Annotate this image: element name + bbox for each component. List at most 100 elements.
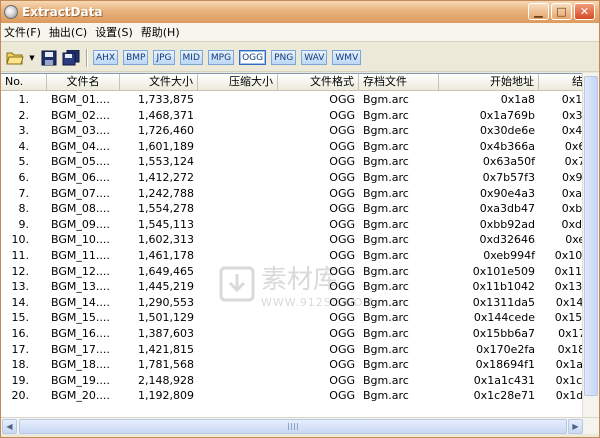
open-dropdown-button[interactable]: ▼ [27, 48, 37, 68]
vertical-scroll-thumb[interactable] [584, 76, 598, 396]
table-row[interactable]: 5.BGM_05....1,553,124OGGBgm.arc0x63a50f0… [1, 154, 600, 170]
cell-start-address: 0x11b1042 [472, 280, 535, 294]
close-icon: ✕ [579, 5, 590, 18]
horizontal-scrollbar[interactable]: ◀ ▶ [1, 417, 599, 434]
cell-archive: Bgm.arc [363, 311, 409, 325]
save-all-button[interactable] [61, 48, 81, 68]
maximize-button[interactable]: □ [551, 3, 572, 20]
format-mpg-button[interactable]: MPG [207, 50, 235, 65]
format-wmv-button[interactable]: WMV [332, 50, 362, 65]
vertical-scrollbar[interactable] [582, 73, 599, 417]
column-header-filesize[interactable]: 文件大小 [120, 74, 198, 91]
column-header-archive[interactable]: 存档文件 [359, 74, 439, 91]
cell-start-address: 0xd32646 [479, 233, 535, 247]
format-mid-button[interactable]: MID [179, 50, 203, 65]
table-row[interactable]: 9. BGM_09.... 1,545,113 OGG Bgm.arc 0xbb92ad 0… [1, 217, 600, 233]
table-row[interactable]: 10. BGM_10.... 1,602,313 OGG Bgm.arc 0xd32646… [1, 232, 600, 248]
column-header-filename[interactable]: 文件名 [47, 74, 120, 91]
column-header-format[interactable]: 文件格式 [278, 74, 359, 91]
cell-filename: BGM_05.... [51, 155, 110, 169]
close-button[interactable]: ✕ [574, 3, 595, 20]
cell-format: OGG [329, 217, 355, 231]
window-controls: ▁ □ ✕ [528, 3, 595, 20]
cell-format: OGG [329, 139, 355, 153]
arrow-right-icon: ▶ [572, 422, 579, 431]
arrow-left-icon: ◀ [6, 422, 13, 431]
cell-filename: BGM_15.... [51, 311, 110, 325]
format-ogg-button[interactable]: OGG [239, 50, 267, 65]
format-wav-button[interactable]: WAV [301, 50, 328, 65]
table-row[interactable]: 17. BGM_17.... 1,421,815 OGG Bgm.arc 0x170e2f… [1, 342, 600, 358]
format-jpg-button[interactable]: JPG [153, 50, 175, 65]
table-row[interactable]: 8. BGM_08.... 1,554,278 OGG Bgm.arc 0xa3db47 0… [1, 201, 600, 217]
cell-no: 18. [11, 358, 30, 372]
main-window: ExtractData ▁ □ ✕ 文件(F) 抽出(C) 设置(S) 帮助(H… [0, 0, 600, 438]
cell-archive: Bgm.arc [363, 93, 409, 106]
cell-start-address: 0x1311da5 [472, 295, 535, 309]
cell-archive: Bgm.arc [363, 217, 409, 231]
cell-start-address: 0xeb994f [483, 248, 535, 262]
menu-extract[interactable]: 抽出(C) [46, 24, 92, 40]
maximize-icon: □ [556, 5, 567, 18]
save-all-icon [62, 49, 80, 65]
cell-start-address: 0xa3db47 [479, 202, 535, 216]
cell-format: OGG [329, 389, 355, 403]
cell-filesize: 1,501,129 [138, 311, 194, 325]
app-icon[interactable] [4, 5, 18, 19]
cell-filesize: 1,649,465 [138, 264, 194, 278]
cell-no: 10. [11, 233, 30, 247]
minimize-button[interactable]: ▁ [528, 3, 549, 20]
table-row[interactable]: 7. BGM_07.... 1,242,788 OGG Bgm.arc 0x90e4a3 0… [1, 186, 600, 202]
cell-compressed-size [198, 92, 278, 108]
table-row[interactable]: 3. BGM_03.... 1,726,460 OGG Bgm.arc 0x30de6e 0… [1, 123, 600, 139]
table-row[interactable]: 18. BGM_18.... 1,781,568 OGG Bgm.arc 0x18694f… [1, 357, 600, 373]
open-folder-button[interactable] [5, 48, 25, 68]
cell-compressed-size [198, 201, 278, 217]
column-header-no[interactable]: No. [1, 74, 47, 91]
table-row[interactable]: 19. BGM_19.... 2,148,928 OGG Bgm.arc 0x1a1c43… [1, 373, 600, 389]
cell-filename: BGM_08.... [51, 202, 110, 216]
scroll-left-button[interactable]: ◀ [2, 419, 17, 434]
cell-no: 16. [11, 326, 30, 340]
menu-help[interactable]: 帮助(H) [138, 24, 185, 40]
table-row[interactable]: 20. BGM_20.... 1,192,809 OGG Bgm.arc 0x1c28e7… [1, 388, 600, 404]
list-rows: 1. BGM_01.... 1,733,875 OGG Bgm.arc 0x1a8 0x1a… [1, 92, 600, 404]
column-header-start-address[interactable]: 开始地址 [439, 74, 539, 91]
cell-filesize: 1,461,178 [138, 248, 194, 262]
menu-settings[interactable]: 设置(S) [92, 24, 138, 40]
cell-no: 4. [18, 139, 30, 153]
table-row[interactable]: 15. BGM_15.... 1,501,129 OGG Bgm.arc 0x144ced… [1, 310, 600, 326]
format-ahx-button[interactable]: AHX [93, 50, 119, 65]
watermark-url: WWW.912SC.COM [261, 296, 374, 309]
cell-filesize: 1,553,124 [138, 155, 194, 169]
save-button[interactable] [39, 48, 59, 68]
table-row[interactable]: 16. BGM_16.... 1,387,603 OGG Bgm.arc 0x15bb6a… [1, 326, 600, 342]
cell-compressed-size [198, 357, 278, 373]
cell-filename: BGM_11.... [51, 248, 110, 262]
column-header-compressed-size[interactable]: 压缩大小 [198, 74, 278, 91]
cell-no: 7. [18, 186, 30, 200]
table-row[interactable]: 6. BGM_06.... 1,412,272 OGG Bgm.arc 0x7b57f3 0… [1, 170, 600, 186]
cell-compressed-size [198, 326, 278, 342]
menu-file[interactable]: 文件(F) [1, 24, 46, 40]
cell-filesize: 1,554,278 [138, 202, 194, 216]
file-list[interactable]: No. 文件名 文件大小 压缩大小 文件格式 存档文件 开始地址 结束地址 1.… [1, 73, 599, 417]
title-bar[interactable]: ExtractData ▁ □ ✕ [1, 1, 599, 23]
cell-format: OGG [329, 326, 355, 340]
cell-format: OGG [329, 373, 355, 387]
minimize-icon: ▁ [534, 5, 543, 18]
cell-filename: BGM_16.... [51, 326, 110, 340]
table-row[interactable]: 2. BGM_02.... 1,468,371 OGG Bgm.arc 0x1a769b 0… [1, 108, 600, 124]
cell-format: OGG [329, 170, 355, 184]
table-row[interactable]: 1. BGM_01.... 1,733,875 OGG Bgm.arc 0x1a8 0x1a… [1, 92, 600, 108]
grip-icon [288, 423, 298, 430]
scroll-right-button[interactable]: ▶ [568, 419, 583, 434]
cell-start-address: 0x1a1c431 [473, 373, 535, 387]
cell-archive: Bgm.arc [363, 389, 409, 403]
format-png-button[interactable]: PNG [271, 50, 297, 65]
format-bmp-button[interactable]: BMP [123, 50, 149, 65]
horizontal-scroll-thumb[interactable] [19, 419, 567, 434]
cell-filename: BGM_09.... [51, 217, 110, 231]
table-row[interactable]: 4.BGM_04....1,601,189OGGBgm.arc0x4b366a0… [1, 139, 600, 155]
cell-no: 8. [18, 202, 30, 216]
